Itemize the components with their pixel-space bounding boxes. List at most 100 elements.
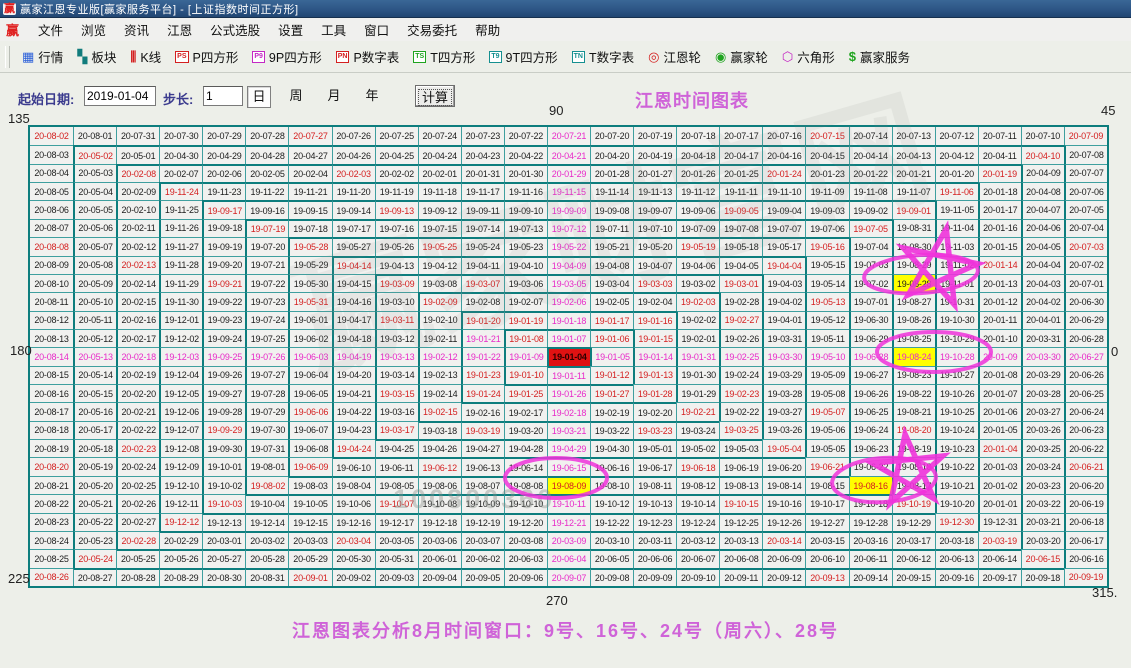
date-cell: 19-07-09	[676, 219, 719, 237]
calculate-button[interactable]: 计算	[415, 85, 455, 107]
toolbar-button-板块[interactable]: ▚板块	[77, 47, 116, 66]
menu-item-公式选股[interactable]: 公式选股	[201, 18, 269, 41]
date-cell: 19-08-10	[590, 476, 633, 494]
toolbar-button-T四方形[interactable]: TST四方形	[413, 47, 475, 66]
toolbar-button-赢家轮[interactable]: ◉赢家轮	[715, 47, 768, 66]
toolbar-button-K线[interactable]: ⫼K线	[130, 47, 161, 66]
date-cell: 19-08-26	[892, 311, 935, 329]
p-square-icon: PS	[175, 51, 188, 63]
date-cell: 20-06-14	[978, 549, 1021, 567]
date-cell: 20-09-19	[1064, 568, 1107, 586]
date-cell: 19-11-07	[892, 182, 935, 200]
date-cell: 19-05-12	[805, 311, 848, 329]
app-logo-icon: 赢	[3, 3, 16, 15]
menu-item-文件[interactable]: 文件	[29, 18, 72, 41]
date-cell: 19-03-19	[461, 421, 504, 439]
date-cell: 19-10-09	[461, 494, 504, 512]
toolbar-button-赢家服务[interactable]: $赢家服务	[849, 47, 910, 66]
period-option-周[interactable]: 周	[285, 86, 307, 106]
date-cell: 20-04-29	[202, 145, 245, 163]
menu-item-资讯[interactable]: 资讯	[115, 18, 158, 41]
date-cell: 19-09-11	[461, 200, 504, 218]
date-cell: 20-06-11	[849, 549, 892, 567]
date-cell: 19-01-17	[590, 311, 633, 329]
date-cell: 19-08-23	[892, 366, 935, 384]
date-cell: 20-04-23	[461, 145, 504, 163]
date-cell: 19-10-28	[935, 347, 978, 365]
menu-item-工具[interactable]: 工具	[312, 18, 355, 41]
menu-item-交易委托[interactable]: 交易委托	[398, 18, 466, 41]
date-cell: 19-01-29	[676, 384, 719, 402]
period-option-年[interactable]: 年	[361, 86, 383, 106]
date-cell: 19-05-10	[805, 347, 848, 365]
toolbar-button-P四方形[interactable]: PSP四方形	[175, 47, 238, 66]
date-cell: 19-10-23	[935, 439, 978, 457]
menu-item-浏览[interactable]: 浏览	[72, 18, 115, 41]
toolbar-button-江恩轮[interactable]: ◎江恩轮	[648, 47, 701, 66]
menu-bar: 赢 文件浏览资讯江恩公式选股设置工具窗口交易委托帮助	[0, 18, 1131, 42]
date-cell: 19-03-14	[375, 366, 418, 384]
date-cell: 20-03-27	[1021, 402, 1064, 420]
date-cell: 20-01-08	[978, 366, 1021, 384]
sector-blocks-icon: ▚	[77, 49, 87, 65]
date-cell: 19-04-20	[332, 366, 375, 384]
date-cell: 20-07-15	[805, 127, 848, 145]
market-quotes-icon: ▦	[22, 49, 34, 65]
date-cell: 19-08-25	[892, 329, 935, 347]
date-cell: 20-07-31	[116, 127, 159, 145]
date-cell: 20-03-30	[1021, 347, 1064, 365]
date-cell: 19-09-21	[202, 274, 245, 292]
date-cell: 20-08-26	[30, 568, 73, 586]
date-cell: 19-04-22	[332, 402, 375, 420]
toolbar-button-六角形[interactable]: ⬡六角形	[782, 47, 835, 66]
toolbar-button-行情[interactable]: ▦行情	[22, 47, 63, 66]
date-cell: 20-08-12	[30, 311, 73, 329]
date-cell: 20-05-07	[73, 237, 116, 255]
date-cell: 19-01-11	[547, 366, 590, 384]
date-cell: 19-01-07	[547, 329, 590, 347]
menu-item-设置[interactable]: 设置	[269, 18, 312, 41]
toolbar-button-9T四方形[interactable]: T99T四方形	[489, 47, 557, 66]
period-option-日[interactable]: 日	[247, 86, 271, 108]
date-cell: 20-03-31	[1021, 329, 1064, 347]
date-cell: 20-09-06	[504, 568, 547, 586]
date-cell: 19-09-25	[202, 347, 245, 365]
date-cell: 19-06-25	[849, 402, 892, 420]
menu-item-窗口[interactable]: 窗口	[355, 18, 398, 41]
date-cell: 19-12-22	[590, 513, 633, 531]
date-cell: 19-12-09	[159, 457, 202, 475]
date-cell: 19-05-16	[805, 237, 848, 255]
date-cell: 19-07-31	[245, 439, 288, 457]
toolbar-button-P数字表[interactable]: PNP数字表	[336, 47, 400, 66]
step-input[interactable]	[203, 86, 243, 106]
date-cell: 20-05-06	[73, 219, 116, 237]
date-cell: 19-11-27	[159, 237, 202, 255]
window-date-cell: 19-01-21	[461, 329, 504, 347]
date-cell: 20-09-16	[935, 568, 978, 586]
period-option-月[interactable]: 月	[323, 86, 345, 106]
date-cell: 19-04-07	[633, 256, 676, 274]
date-cell: 19-07-02	[849, 274, 892, 292]
date-cell: 19-05-09	[805, 366, 848, 384]
date-cell: 20-03-23	[1021, 476, 1064, 494]
date-cell: 19-04-06	[676, 256, 719, 274]
date-cell: 19-02-07	[504, 292, 547, 310]
date-cell: 19-12-18	[418, 513, 461, 531]
date-cell: 19-05-25	[418, 237, 461, 255]
menu-item-江恩[interactable]: 江恩	[158, 18, 201, 41]
date-cell: 19-03-09	[375, 274, 418, 292]
toolbar-button-9P四方形[interactable]: P99P四方形	[252, 47, 321, 66]
menu-item-帮助[interactable]: 帮助	[466, 18, 509, 41]
date-cell: 19-09-03	[805, 200, 848, 218]
window-date-cell: 19-08-16	[849, 476, 892, 494]
date-cell: 19-12-19	[461, 513, 504, 531]
start-date-input[interactable]	[84, 86, 156, 106]
date-cell: 19-02-10	[418, 311, 461, 329]
date-cell: 19-04-02	[762, 292, 805, 310]
date-cell: 19-05-29	[288, 256, 331, 274]
date-cell: 19-08-22	[892, 384, 935, 402]
date-cell: 20-05-28	[245, 549, 288, 567]
toolbar-button-T数字表[interactable]: TNT数字表	[572, 47, 634, 66]
date-cell: 20-07-10	[1021, 127, 1064, 145]
date-cell: 19-11-28	[159, 256, 202, 274]
